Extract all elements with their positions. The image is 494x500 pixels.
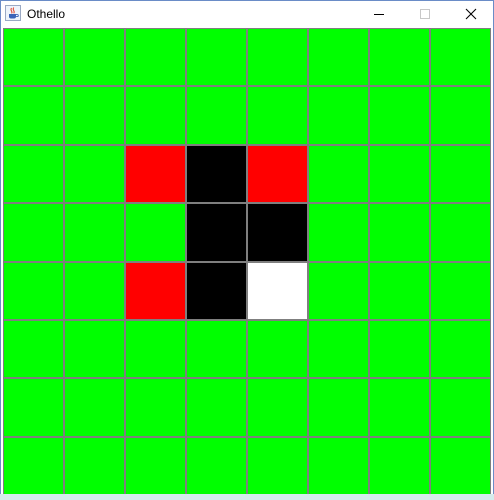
board-cell-empty[interactable] [3, 320, 64, 378]
board-cell-empty[interactable] [308, 262, 369, 320]
minimize-button[interactable] [356, 1, 402, 27]
maximize-button[interactable] [402, 1, 448, 27]
board-cell-black[interactable] [186, 262, 247, 320]
board-cell-empty[interactable] [3, 86, 64, 145]
board-cell-empty[interactable] [308, 28, 369, 86]
maximize-icon [420, 9, 430, 19]
board-cell-empty[interactable] [430, 145, 491, 203]
board-cell-empty[interactable] [369, 262, 430, 320]
board-cell-hint[interactable] [125, 262, 186, 320]
board-cell-empty[interactable] [369, 437, 430, 495]
board-cell-empty[interactable] [125, 28, 186, 86]
board-cell-empty[interactable] [64, 28, 125, 86]
minimize-icon [374, 14, 384, 15]
board-cell-empty[interactable] [430, 203, 491, 262]
board-cell-empty[interactable] [64, 262, 125, 320]
java-coffee-cup-icon [5, 5, 21, 21]
board-cell-empty[interactable] [369, 203, 430, 262]
board-cell-empty[interactable] [125, 378, 186, 437]
board-cell-empty[interactable] [64, 437, 125, 495]
board-cell-empty[interactable] [430, 86, 491, 145]
board-cell-empty[interactable] [430, 320, 491, 378]
board-cell-empty[interactable] [64, 320, 125, 378]
board-cell-empty[interactable] [3, 437, 64, 495]
window-bottom-edge [0, 494, 494, 500]
board-cell-empty[interactable] [125, 437, 186, 495]
board-cell-empty[interactable] [247, 86, 308, 145]
window-title: Othello [27, 7, 66, 21]
board-cell-empty[interactable] [3, 145, 64, 203]
board-cell-empty[interactable] [186, 28, 247, 86]
board-cell-empty[interactable] [186, 320, 247, 378]
board-cell-empty[interactable] [64, 86, 125, 145]
board-cell-empty[interactable] [3, 28, 64, 86]
board-cell-empty[interactable] [308, 378, 369, 437]
board-cell-empty[interactable] [308, 437, 369, 495]
board-cell-empty[interactable] [247, 437, 308, 495]
board-cell-empty[interactable] [64, 378, 125, 437]
close-icon [465, 8, 477, 20]
board-cell-black[interactable] [247, 203, 308, 262]
board-cell-empty[interactable] [308, 320, 369, 378]
board-cell-empty[interactable] [247, 378, 308, 437]
board-cell-empty[interactable] [125, 203, 186, 262]
board-cell-black[interactable] [186, 203, 247, 262]
board-cell-empty[interactable] [308, 86, 369, 145]
board-cell-empty[interactable] [186, 378, 247, 437]
close-button[interactable] [448, 1, 494, 27]
board-cell-empty[interactable] [369, 145, 430, 203]
board-cell-empty[interactable] [430, 378, 491, 437]
board-cell-black[interactable] [186, 145, 247, 203]
board-cell-white[interactable] [247, 262, 308, 320]
board-cell-empty[interactable] [64, 203, 125, 262]
board-cell-empty[interactable] [3, 203, 64, 262]
board-cell-empty[interactable] [3, 262, 64, 320]
board-cell-empty[interactable] [125, 320, 186, 378]
board-cell-empty[interactable] [430, 437, 491, 495]
board-cell-empty[interactable] [247, 28, 308, 86]
board-cell-empty[interactable] [369, 320, 430, 378]
board-cell-empty[interactable] [125, 86, 186, 145]
board-cell-empty[interactable] [369, 378, 430, 437]
board-cell-empty[interactable] [64, 145, 125, 203]
board-cell-empty[interactable] [369, 28, 430, 86]
board-cell-empty[interactable] [430, 28, 491, 86]
othello-board [3, 28, 491, 495]
board-cell-hint[interactable] [125, 145, 186, 203]
board-cell-hint[interactable] [247, 145, 308, 203]
board-cell-empty[interactable] [186, 437, 247, 495]
board-cell-empty[interactable] [247, 320, 308, 378]
board-cell-empty[interactable] [369, 86, 430, 145]
app-window: Othello [0, 0, 494, 500]
board-cell-empty[interactable] [308, 203, 369, 262]
title-bar[interactable]: Othello [1, 1, 493, 27]
board-cell-empty[interactable] [308, 145, 369, 203]
board-cell-empty[interactable] [186, 86, 247, 145]
board-cell-empty[interactable] [3, 378, 64, 437]
board-cell-empty[interactable] [430, 262, 491, 320]
